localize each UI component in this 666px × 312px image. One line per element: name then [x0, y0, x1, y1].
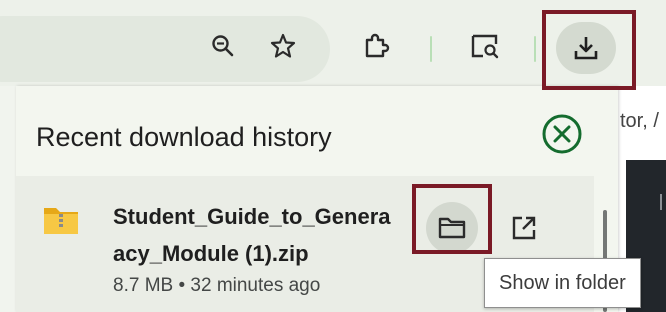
- toolbar-separator: [534, 36, 536, 62]
- download-file-meta: 8.7 MB • 32 minutes ago: [113, 275, 321, 296]
- zoom-out-icon[interactable]: [204, 27, 242, 65]
- folder-icon: [438, 217, 466, 239]
- download-icon: [574, 37, 598, 60]
- google-lens-search-icon[interactable]: [466, 27, 504, 65]
- page-bracket: [660, 194, 664, 210]
- show-in-folder-tooltip: Show in folder: [484, 258, 641, 308]
- file-name-line-2: acy_Module (1).zip: [113, 241, 309, 266]
- bookmark-star-icon[interactable]: [264, 27, 302, 65]
- close-circle-icon: [542, 114, 582, 154]
- open-external-button[interactable]: [498, 202, 550, 254]
- zip-folder-icon: [42, 204, 82, 238]
- extensions-puzzle-icon[interactable]: [357, 27, 395, 65]
- show-in-folder-button[interactable]: [426, 202, 478, 254]
- toolbar-separator: [430, 36, 432, 62]
- browser-toolbar: [0, 0, 666, 86]
- download-button[interactable]: [556, 22, 616, 74]
- download-file-name[interactable]: Student_Guide_to_Genera acy_Module (1).z…: [113, 198, 409, 272]
- open-external-icon: [512, 216, 536, 240]
- close-panel-button[interactable]: [540, 112, 584, 156]
- page-partial-text: tor, /: [620, 110, 659, 132]
- file-name-line-1: Student_Guide_to_Genera: [113, 204, 391, 229]
- panel-title: Recent download history: [36, 122, 332, 152]
